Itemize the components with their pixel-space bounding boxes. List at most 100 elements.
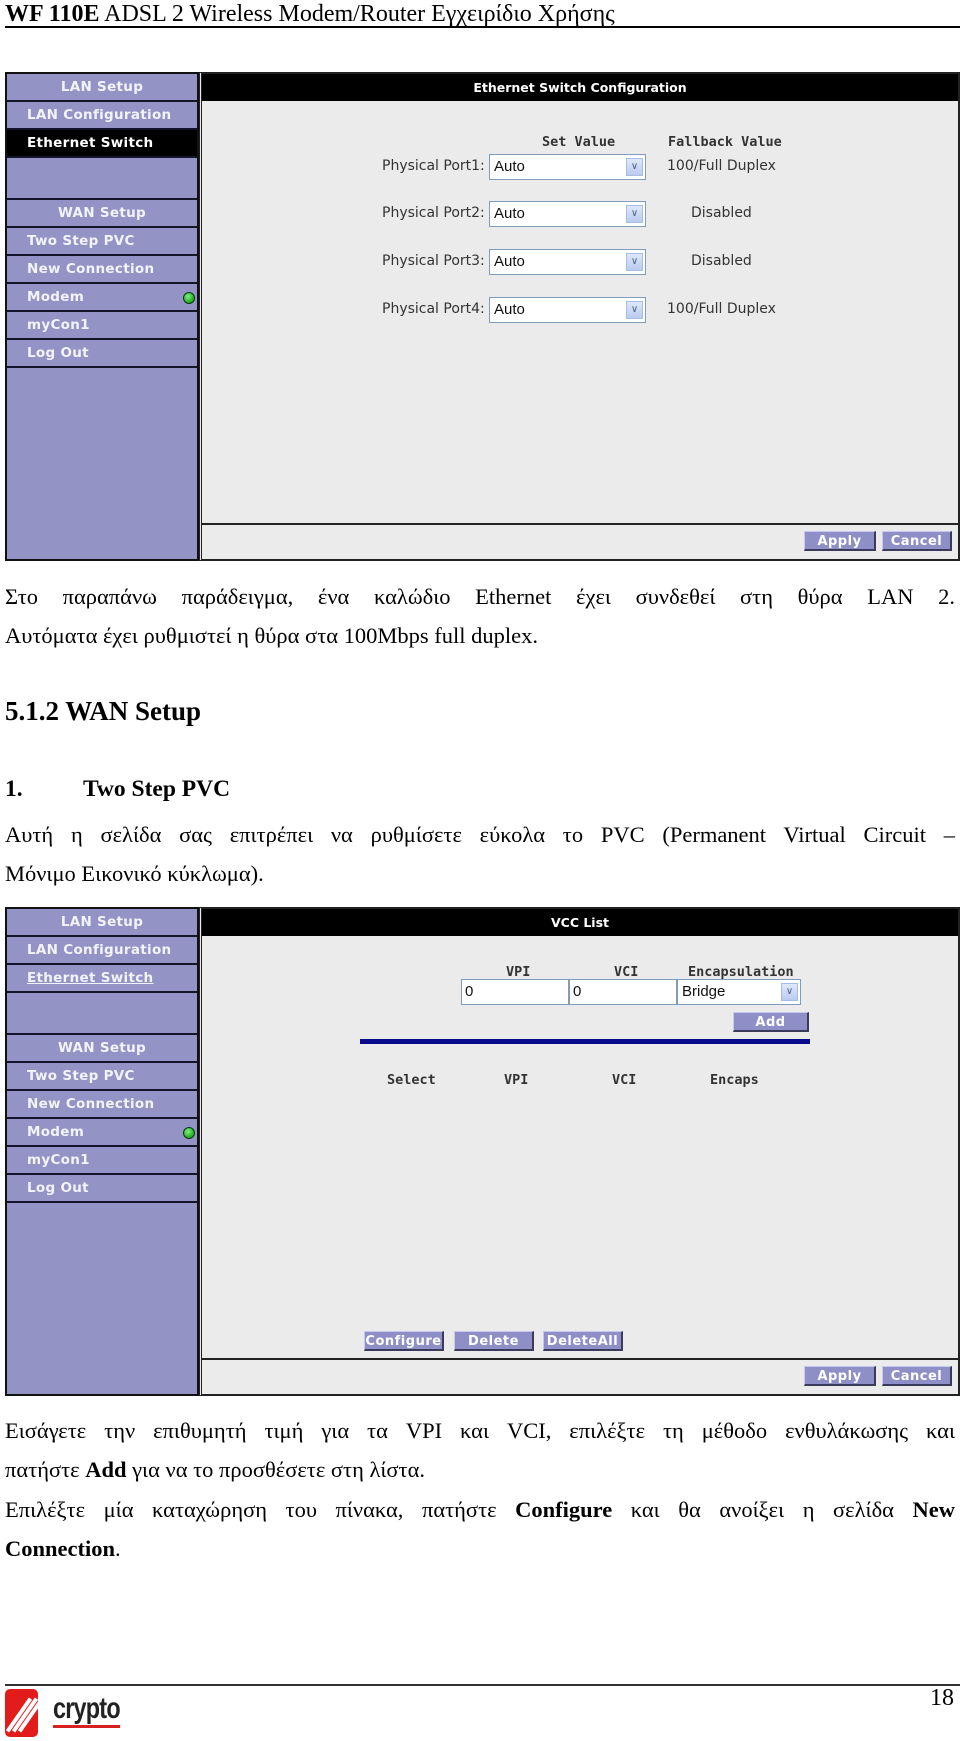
nav-item-modem-label: Modem xyxy=(27,1124,85,1140)
nav-spacer xyxy=(7,993,197,1035)
text-run: και θα ανοίξει η σελίδα xyxy=(612,1497,913,1522)
main-panel: VCC List VPI VCI Encapsulation 0 0 Bridg… xyxy=(199,907,960,1396)
text-run: . xyxy=(115,1536,121,1561)
subsection-number: 1. xyxy=(5,776,23,802)
footer-rule xyxy=(5,1684,960,1686)
port1-select[interactable]: Auto ∨ xyxy=(489,154,646,180)
document-title: WF 110E ADSL 2 Wireless Modem/Router Εγχ… xyxy=(5,0,615,28)
nav-header-lan-setup[interactable]: LAN Setup xyxy=(7,74,197,102)
bold-term-new: New xyxy=(912,1497,956,1522)
port4-select[interactable]: Auto ∨ xyxy=(489,297,646,323)
list-header-encaps: Encaps xyxy=(710,1072,759,1088)
nav-item-new-connection[interactable]: New Connection xyxy=(7,1091,197,1119)
port2-select[interactable]: Auto ∨ xyxy=(489,201,646,227)
port3-value: Auto xyxy=(494,253,525,270)
nav-item-modem[interactable]: Modem xyxy=(7,1119,197,1147)
crypto-logo-icon xyxy=(5,1689,38,1737)
cancel-button[interactable]: Cancel xyxy=(882,531,952,551)
vci-input[interactable]: 0 xyxy=(569,979,677,1005)
nav-item-two-step-pvc[interactable]: Two Step PVC xyxy=(7,228,197,256)
nav-item-lan-configuration[interactable]: LAN Configuration xyxy=(7,937,197,965)
divider-bar xyxy=(360,1039,810,1044)
apply-button[interactable]: Apply xyxy=(804,1366,876,1386)
bold-term-connection: Connection xyxy=(5,1536,116,1561)
nav-item-ethernet-switch[interactable]: Ethernet Switch xyxy=(7,130,197,158)
paragraph-line: Αυτόματα έχει ρυθμιστεί η θύρα στα 100Mb… xyxy=(5,623,539,648)
action-bar: Apply Cancel xyxy=(202,1358,958,1394)
document-header: WF 110E ADSL 2 Wireless Modem/Router Εγχ… xyxy=(5,0,960,28)
nav-item-log-out[interactable]: Log Out xyxy=(7,1175,197,1203)
page-number: 18 xyxy=(930,1685,954,1711)
encapsulation-value: Bridge xyxy=(682,983,726,1000)
paragraph-line: Στο παραπάνω παράδειγμα, ένα καλώδιο Eth… xyxy=(5,584,955,609)
nav-item-new-connection[interactable]: New Connection xyxy=(7,256,197,284)
delete-all-button[interactable]: DeleteAll xyxy=(543,1331,623,1351)
port1-value: Auto xyxy=(494,158,525,175)
paragraph-line: Αυτή η σελίδα σας επιτρέπει να ρυθμίσετε… xyxy=(5,822,955,847)
sidebar-nav: LAN Setup LAN Configuration Ethernet Swi… xyxy=(5,907,199,1396)
manual-title: ADSL 2 Wireless Modem/Router Εγχειρίδιο … xyxy=(99,1,615,27)
port1-fallback: 100/Full Duplex xyxy=(667,158,776,174)
modem-status-icon xyxy=(183,292,195,304)
model-name: WF 110E xyxy=(5,1,100,27)
vcc-list-screenshot: LAN Setup LAN Configuration Ethernet Swi… xyxy=(5,907,960,1396)
chevron-down-icon[interactable]: ∨ xyxy=(626,301,643,319)
configure-button[interactable]: Configure xyxy=(364,1331,444,1351)
panel-title: Ethernet Switch Configuration xyxy=(202,74,958,101)
chevron-down-icon[interactable]: ∨ xyxy=(626,205,643,223)
nav-item-log-out[interactable]: Log Out xyxy=(7,340,197,368)
paragraph-line: Επιλέξτε μία καταχώρηση του πίνακα, πατή… xyxy=(5,1490,955,1529)
port3-select[interactable]: Auto ∨ xyxy=(489,249,646,275)
list-header-select: Select xyxy=(387,1072,436,1088)
port4-value: Auto xyxy=(494,301,525,318)
text-run: πατήστε xyxy=(5,1457,86,1482)
nav-item-lan-configuration[interactable]: LAN Configuration xyxy=(7,102,197,130)
bold-term-add: Add xyxy=(85,1457,127,1482)
chevron-down-icon[interactable]: ∨ xyxy=(781,983,798,1001)
nav-item-ethernet-switch[interactable]: Ethernet Switch xyxy=(7,965,197,993)
list-header-vci: VCI xyxy=(612,1072,637,1088)
paragraph-line: Μόνιμο Εικονικό κύκλωμα). xyxy=(5,861,264,886)
nav-item-mycon1[interactable]: myCon1 xyxy=(7,312,197,340)
section-heading: 5.1.2 WAN Setup xyxy=(5,696,202,726)
vpi-input[interactable]: 0 xyxy=(461,979,569,1005)
add-button[interactable]: Add xyxy=(733,1012,809,1032)
nav-item-mycon1[interactable]: myCon1 xyxy=(7,1147,197,1175)
delete-button[interactable]: Delete xyxy=(454,1331,534,1351)
column-header-encapsulation: Encapsulation xyxy=(688,964,794,980)
encapsulation-select[interactable]: Bridge ∨ xyxy=(677,979,801,1005)
port2-fallback: Disabled xyxy=(691,205,752,221)
bold-term-configure: Configure xyxy=(515,1497,613,1522)
nav-header-wan-setup[interactable]: WAN Setup xyxy=(7,1035,197,1063)
port4-label: Physical Port4: xyxy=(382,301,485,317)
main-panel: Ethernet Switch Configuration Set Value … xyxy=(199,72,960,561)
list-header-vpi: VPI xyxy=(504,1072,529,1088)
modem-status-icon xyxy=(183,1127,195,1139)
chevron-down-icon[interactable]: ∨ xyxy=(626,158,643,176)
subsection-heading: 1. Two Step PVC xyxy=(5,776,230,803)
ethernet-switch-screenshot: LAN Setup LAN Configuration Ethernet Swi… xyxy=(5,72,960,561)
nav-item-modem[interactable]: Modem xyxy=(7,284,197,312)
port2-value: Auto xyxy=(494,205,525,222)
subsection-title: Two Step PVC xyxy=(83,776,231,802)
nav-item-two-step-pvc[interactable]: Two Step PVC xyxy=(7,1063,197,1091)
column-header-set-value: Set Value xyxy=(542,134,616,150)
text-run: για να το προσθέσετε στη λίστα. xyxy=(126,1457,426,1482)
panel-title: VCC List xyxy=(202,909,958,936)
crypto-logo-text: crypto xyxy=(53,1693,121,1728)
column-header-fallback-value: Fallback Value xyxy=(668,134,782,150)
sidebar-nav: LAN Setup LAN Configuration Ethernet Swi… xyxy=(5,72,199,561)
paragraph-line: Connection. xyxy=(5,1529,955,1568)
port3-fallback: Disabled xyxy=(691,253,752,269)
column-header-vci: VCI xyxy=(614,964,639,980)
port2-label: Physical Port2: xyxy=(382,205,485,221)
nav-header-lan-setup[interactable]: LAN Setup xyxy=(7,909,197,937)
nav-item-modem-label: Modem xyxy=(27,289,85,305)
chevron-down-icon[interactable]: ∨ xyxy=(626,253,643,271)
nav-header-wan-setup[interactable]: WAN Setup xyxy=(7,200,197,228)
apply-button[interactable]: Apply xyxy=(804,531,876,551)
cancel-button[interactable]: Cancel xyxy=(882,1366,952,1386)
paragraph-line: πατήστε Add για να το προσθέσετε στη λίσ… xyxy=(5,1450,955,1489)
port3-label: Physical Port3: xyxy=(382,253,485,269)
paragraph-line: Εισάγετε την επιθυμητή τιμή για τα VPI κ… xyxy=(5,1418,955,1443)
